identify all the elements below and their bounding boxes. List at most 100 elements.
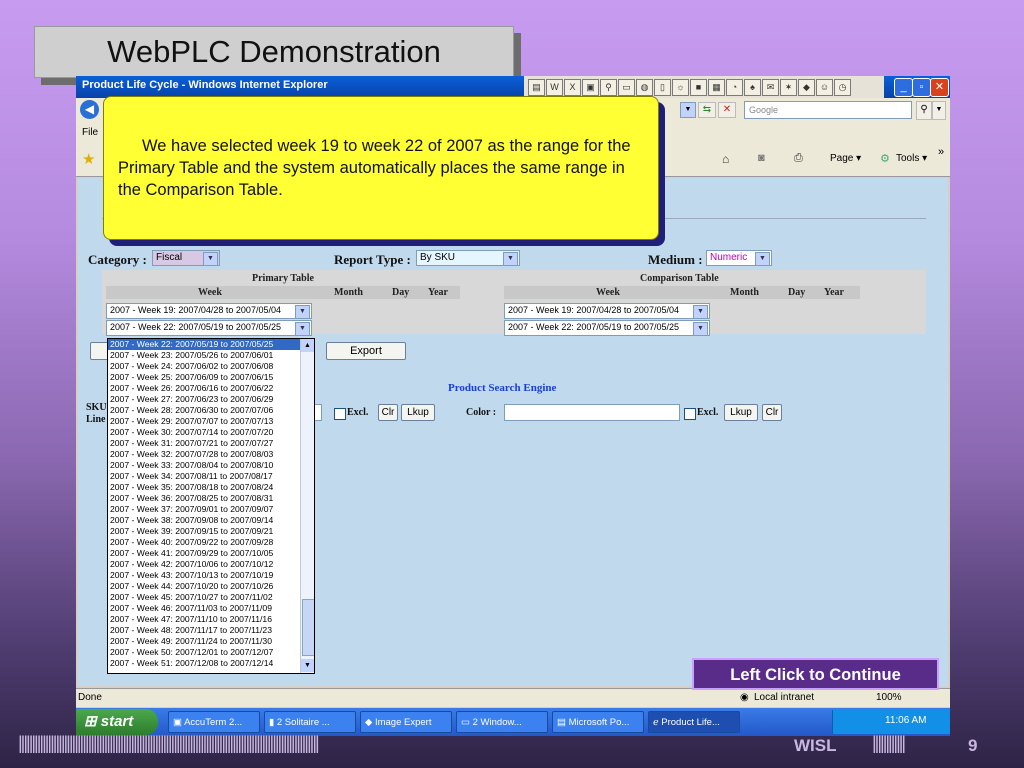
week-option[interactable]: 2007 - Week 46: 2007/11/03 to 2007/11/09 <box>108 603 314 614</box>
taskbar-item[interactable]: ▭ 2 Window... <box>456 711 548 733</box>
medium-select[interactable]: Numeric ▼ <box>706 250 772 266</box>
lkup-button[interactable]: Lkup <box>401 404 435 421</box>
start-button[interactable]: ⊞ start <box>76 709 158 735</box>
chevron-down-icon[interactable]: ▼ <box>932 101 946 120</box>
comparison-to-select[interactable]: 2007 - Week 22: 2007/05/19 to 2007/05/25… <box>504 320 710 336</box>
home-icon[interactable]: ⌂ <box>722 152 729 166</box>
week-option[interactable]: 2007 - Week 31: 2007/07/21 to 2007/07/27 <box>108 438 314 449</box>
network-icon[interactable]: ♠ <box>744 79 761 96</box>
week-option[interactable]: 2007 - Week 33: 2007/08/04 to 2007/08/10 <box>108 460 314 471</box>
continue-button[interactable]: Left Click to Continue <box>692 658 939 690</box>
stop-icon[interactable]: ✕ <box>718 102 736 118</box>
week-option[interactable]: 2007 - Week 42: 2007/10/06 to 2007/10/12 <box>108 559 314 570</box>
search-icon[interactable]: ⚲ <box>916 101 932 120</box>
tool-icon[interactable]: ▤ <box>528 79 545 96</box>
week-option[interactable]: 2007 - Week 27: 2007/06/23 to 2007/06/29 <box>108 394 314 405</box>
week-option[interactable]: 2007 - Week 23: 2007/05/26 to 2007/06/01 <box>108 350 314 361</box>
week-dropdown-list[interactable]: 2007 - Week 22: 2007/05/19 to 2007/05/25… <box>107 338 315 674</box>
calc-icon[interactable]: ▦ <box>708 79 725 96</box>
week-option[interactable]: 2007 - Week 51: 2007/12/08 to 2007/12/14 <box>108 658 314 669</box>
week-option[interactable]: 2007 - Week 29: 2007/07/07 to 2007/07/13 <box>108 416 314 427</box>
category-select[interactable]: Fiscal ▼ <box>152 250 220 266</box>
week-option[interactable]: 2007 - Week 35: 2007/08/18 to 2007/08/24 <box>108 482 314 493</box>
week-option[interactable]: 2007 - Week 40: 2007/09/22 to 2007/09/28 <box>108 537 314 548</box>
sku-label: SKU <box>86 402 107 413</box>
maximize-icon[interactable]: ▫ <box>912 78 931 97</box>
taskbar-item[interactable]: ▮ 2 Solitaire ... <box>264 711 356 733</box>
terminal-icon[interactable]: ■ <box>690 79 707 96</box>
doc-icon[interactable]: ▯ <box>654 79 671 96</box>
globe-icon[interactable]: ◍ <box>636 79 653 96</box>
chart-icon[interactable]: ◔ <box>726 79 743 96</box>
clock-icon[interactable]: ◷ <box>834 79 851 96</box>
week-option[interactable]: 2007 - Week 50: 2007/12/01 to 2007/12/07 <box>108 647 314 658</box>
taskbar-item[interactable]: ▤ Microsoft Po... <box>552 711 644 733</box>
search-icon[interactable]: ⚲ <box>600 79 617 96</box>
week-option[interactable]: 2007 - Week 22: 2007/05/19 to 2007/05/25 <box>108 339 314 350</box>
color-label: Color : <box>466 407 497 418</box>
minimize-icon[interactable]: _ <box>894 78 913 97</box>
week-option[interactable]: 2007 - Week 26: 2007/06/16 to 2007/06/22 <box>108 383 314 394</box>
color-lkup-button[interactable]: Lkup <box>724 404 758 421</box>
taskbar-item[interactable]: ◆ Image Expert <box>360 711 452 733</box>
week-option[interactable]: 2007 - Week 32: 2007/07/28 to 2007/08/03 <box>108 449 314 460</box>
week-option[interactable]: 2007 - Week 44: 2007/10/20 to 2007/10/26 <box>108 581 314 592</box>
taskbar-item[interactable]: ℯ Product Life... <box>648 711 740 733</box>
week-option[interactable]: 2007 - Week 49: 2007/11/24 to 2007/11/30 <box>108 636 314 647</box>
back-icon[interactable]: ◀ <box>80 100 99 119</box>
week-option[interactable]: 2007 - Week 36: 2007/08/25 to 2007/08/31 <box>108 493 314 504</box>
clr-button[interactable]: Clr <box>378 404 398 421</box>
folder-icon[interactable]: ▭ <box>618 79 635 96</box>
scrollbar-thumb[interactable] <box>302 599 314 656</box>
color-clr-button[interactable]: Clr <box>762 404 782 421</box>
week-option[interactable]: 2007 - Week 38: 2007/09/08 to 2007/09/14 <box>108 515 314 526</box>
print-icon[interactable]: ⎙ <box>794 152 803 165</box>
mail-icon[interactable]: ✉ <box>762 79 779 96</box>
page-button[interactable]: Page ▾ <box>830 153 861 164</box>
taskbar-item[interactable]: ▣ AccuTerm 2... <box>168 711 260 733</box>
chevron-more-icon[interactable]: » <box>938 146 944 158</box>
primary-from-select[interactable]: 2007 - Week 19: 2007/04/28 to 2007/05/04… <box>106 303 312 319</box>
week-option[interactable]: 2007 - Week 47: 2007/11/10 to 2007/11/16 <box>108 614 314 625</box>
color-excl-checkbox[interactable] <box>684 408 696 420</box>
excl-checkbox[interactable] <box>334 408 346 420</box>
solitaire-icon: ▮ <box>269 717 277 728</box>
chevron-down-icon[interactable]: ▼ <box>301 659 314 672</box>
report-type-label: Report Type : <box>334 252 411 267</box>
week-option[interactable]: 2007 - Week 43: 2007/10/13 to 2007/10/19 <box>108 570 314 581</box>
word-icon[interactable]: W <box>546 79 563 96</box>
week-option[interactable]: 2007 - Week 41: 2007/09/29 to 2007/10/05 <box>108 548 314 559</box>
gear-icon[interactable]: ⚙ <box>880 152 890 165</box>
excel-icon[interactable]: X <box>564 79 581 96</box>
people-icon[interactable]: ☺ <box>816 79 833 96</box>
chevron-up-icon[interactable]: ▲ <box>301 339 314 352</box>
week-option[interactable]: 2007 - Week 39: 2007/09/15 to 2007/09/21 <box>108 526 314 537</box>
week-option[interactable]: 2007 - Week 24: 2007/06/02 to 2007/06/08 <box>108 361 314 372</box>
zoom-level[interactable]: 100% <box>876 692 902 703</box>
week-option[interactable]: 2007 - Week 48: 2007/11/17 to 2007/11/23 <box>108 625 314 636</box>
week-option[interactable]: 2007 - Week 30: 2007/07/14 to 2007/07/20 <box>108 427 314 438</box>
primary-to-select[interactable]: 2007 - Week 22: 2007/05/19 to 2007/05/25… <box>106 320 312 336</box>
comparison-from-select[interactable]: 2007 - Week 19: 2007/04/28 to 2007/05/04… <box>504 303 710 319</box>
week-option[interactable]: 2007 - Week 45: 2007/10/27 to 2007/11/02 <box>108 592 314 603</box>
export-button[interactable]: Export <box>326 342 406 360</box>
report-type-select[interactable]: By SKU ▼ <box>416 250 520 266</box>
week-option[interactable]: 2007 - Week 25: 2007/06/09 to 2007/06/15 <box>108 372 314 383</box>
week-option[interactable]: 2007 - Week 37: 2007/09/01 to 2007/09/07 <box>108 504 314 515</box>
diamond-icon[interactable]: ◆ <box>798 79 815 96</box>
settings-icon[interactable]: ✶ <box>780 79 797 96</box>
week-option[interactable]: 2007 - Week 28: 2007/06/30 to 2007/07/06 <box>108 405 314 416</box>
tool-icon[interactable]: ☼ <box>672 79 689 96</box>
window-icon[interactable]: ▣ <box>582 79 599 96</box>
close-icon[interactable]: ✕ <box>930 78 949 97</box>
search-input[interactable]: Google <box>744 101 912 119</box>
color-input[interactable] <box>504 404 680 421</box>
favorites-star-icon[interactable]: ★ <box>82 150 95 168</box>
week-option[interactable]: 2007 - Week 34: 2007/08/11 to 2007/08/17 <box>108 471 314 482</box>
refresh-icon[interactable]: ⇆ <box>698 102 716 118</box>
scrollbar[interactable]: ▲ ▼ <box>300 339 314 673</box>
menu-file[interactable]: File <box>82 127 98 138</box>
feeds-icon[interactable]: ◙ <box>758 152 765 164</box>
tools-button[interactable]: Tools ▾ <box>896 153 927 164</box>
chevron-down-icon[interactable]: ▼ <box>680 102 696 118</box>
